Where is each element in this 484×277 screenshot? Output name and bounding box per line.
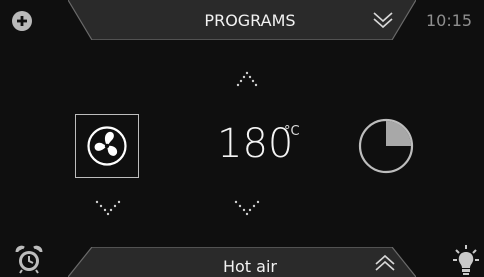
temperature-down-icon[interactable] xyxy=(231,198,263,218)
temperature-up-icon[interactable] xyxy=(231,70,263,92)
mode-button[interactable] xyxy=(75,114,139,178)
temperature-unit: °C xyxy=(284,124,300,139)
chevron-down-icon[interactable] xyxy=(370,10,396,30)
add-icon[interactable] xyxy=(12,11,32,31)
temperature-value: 180 xyxy=(217,121,294,167)
timer-pie-icon[interactable] xyxy=(357,117,415,175)
alarm-clock-icon[interactable] xyxy=(14,244,44,274)
mode-label: Hot air xyxy=(222,257,277,276)
page-title: PROGRAMS xyxy=(204,11,296,30)
light-bulb-icon[interactable] xyxy=(452,244,480,276)
timer-elapsed-slice xyxy=(386,121,411,146)
mode-down-icon[interactable] xyxy=(93,198,123,218)
fan-icon xyxy=(87,126,127,166)
chevron-up-icon[interactable] xyxy=(372,253,398,273)
clock-time: 10:15 xyxy=(426,11,473,30)
